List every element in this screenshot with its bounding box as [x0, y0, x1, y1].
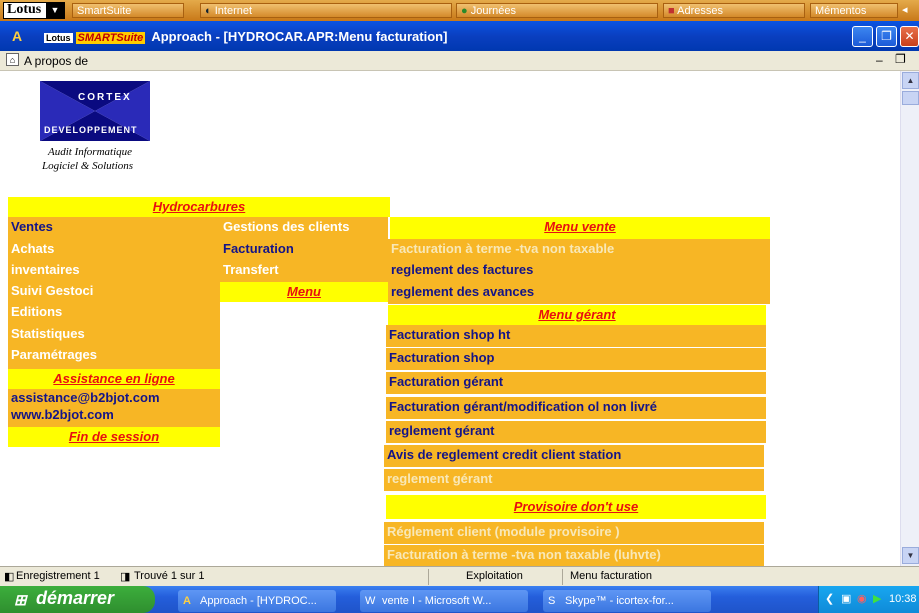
windows-logo-icon: ⊞	[14, 592, 27, 609]
network-icon[interactable]: ▣	[841, 592, 851, 605]
gerant-facturation-gerant[interactable]: Facturation gérant	[386, 372, 766, 394]
scroll-down-icon[interactable]: ▼	[902, 547, 919, 564]
window-title: Approach - [HYDROCAR.APR:Menu facturatio…	[151, 29, 448, 44]
doc-minimize-icon[interactable]: –	[876, 53, 883, 67]
addressbook-icon: ■	[668, 5, 675, 17]
chevron-down-icon: ▼	[46, 3, 64, 18]
provisoire-header: Provisoire don't use	[386, 495, 766, 519]
gerant-reglement[interactable]: reglement gérant	[386, 421, 766, 443]
taskbar-word[interactable]: Wvente I - Microsoft W...	[360, 590, 528, 612]
maximize-button[interactable]: ❐	[876, 26, 897, 47]
submenu-menu-link[interactable]: Menu	[220, 282, 388, 302]
logo-text-top: CORTEX	[78, 92, 132, 103]
logo-text-bottom: DEVELOPPEMENT	[44, 125, 138, 135]
gerant-facturation-modification[interactable]: Facturation gérant/modification ol non l…	[386, 397, 766, 419]
provisoire-reglement-client[interactable]: Réglement client (module provisoire )	[384, 522, 764, 544]
record-nav-icon[interactable]: ◧	[4, 570, 14, 583]
logo-tagline-2: Logiciel & Solutions	[42, 160, 134, 172]
adresses-drawer[interactable]: ■ Adresses	[663, 3, 805, 18]
menu-inventaires[interactable]: inventaires	[8, 260, 220, 282]
assistance-email-link[interactable]: assistance@b2bjot.com	[8, 389, 220, 407]
system-tray: ❮ ▣ ◉ ▶ 10:38	[818, 586, 919, 613]
find-nav-icon[interactable]: ◨	[120, 570, 130, 583]
fin-de-session-link[interactable]: Fin de session	[8, 427, 220, 447]
status-bar: ◧ Enregistrement 1 ◨ Trouvé 1 sur 1 Expl…	[0, 566, 919, 586]
menu-suivi-gestoci[interactable]: Suivi Gestoci	[8, 281, 220, 303]
globe-icon: ◐	[205, 5, 212, 17]
menu-parametrages[interactable]: Paramétrages	[8, 345, 220, 367]
vente-reglement-factures[interactable]: reglement des factures	[388, 260, 770, 282]
doc-restore-icon[interactable]: ❐	[895, 52, 906, 66]
memento-drawer[interactable]: Mémentos	[810, 3, 898, 18]
internet-drawer[interactable]: ◐ Internet	[200, 3, 452, 18]
skype-icon: S	[548, 595, 556, 607]
menu-ventes[interactable]: Ventes	[8, 217, 220, 239]
menu-vente-header: Menu vente	[390, 217, 770, 239]
menu-achats[interactable]: Achats	[8, 239, 220, 261]
gerant-avis-reglement[interactable]: Avis de reglement credit client station	[384, 445, 764, 467]
tray-expand-icon[interactable]: ❮	[825, 592, 834, 605]
logo-tagline-1: Audit Informatique	[48, 146, 133, 158]
lotus-badge: Lotus	[44, 33, 73, 43]
start-label: démarrer	[36, 588, 115, 608]
smartsuite-bar: Lotus ▼ SmartSuite ◐ Internet ● Journées…	[0, 0, 919, 21]
journees-drawer[interactable]: ● Journées	[456, 3, 658, 18]
status-form[interactable]: Menu facturation	[570, 570, 652, 582]
cortex-logo: CORTEX DEVELOPPEMENT Audit Informatique …	[40, 81, 170, 173]
lotus-menu-button[interactable]: Lotus ▼	[3, 2, 65, 19]
document-icon[interactable]: ⌂	[6, 53, 19, 66]
vente-reglement-avances[interactable]: reglement des avances	[388, 282, 770, 304]
menu-bar: ⌂ A propos de – ❐	[0, 51, 919, 71]
submenu-facturation[interactable]: Facturation	[220, 239, 388, 261]
status-found[interactable]: Trouvé 1 sur 1	[134, 570, 205, 582]
status-record[interactable]: Enregistrement 1	[16, 570, 100, 582]
provisoire-facturation-terme[interactable]: Facturation à terme -tva non taxable (lu…	[384, 545, 764, 566]
close-button[interactable]: ✕	[900, 26, 919, 47]
scroll-thumb[interactable]	[902, 91, 919, 105]
menu-editions[interactable]: Editions	[8, 302, 220, 324]
word-icon: W	[365, 595, 376, 607]
taskbar-approach[interactable]: A Approach - [HYDROC...	[178, 590, 336, 612]
approach-app-icon[interactable]: A	[12, 28, 22, 44]
smartsuite-badge: SMARTSuite	[75, 32, 146, 44]
scroll-up-icon[interactable]: ▲	[902, 72, 919, 89]
submenu-transfert[interactable]: Transfert	[220, 260, 388, 282]
security-icon[interactable]: ◉	[857, 592, 867, 605]
window-titlebar: A Lotus SMARTSuite Approach - [HYDROCAR.AP…	[0, 21, 919, 51]
form-content: CORTEX DEVELOPPEMENT Audit Informatique …	[0, 71, 919, 566]
clock[interactable]: 10:38	[889, 593, 917, 605]
status-mode[interactable]: Exploitation	[466, 570, 523, 582]
lotus-logo: Lotus	[7, 2, 42, 17]
hydrocarbures-header: Hydrocarbures	[8, 197, 390, 217]
start-button[interactable]: ⊞ démarrer	[0, 586, 155, 613]
gerant-facturation-shop-ht[interactable]: Facturation shop ht	[386, 325, 766, 347]
approach-icon: A	[183, 595, 191, 607]
taskbar-skype[interactable]: S Skype™ - icortex-for...	[543, 590, 711, 612]
minimize-button[interactable]: _	[852, 26, 873, 47]
calendar-icon: ●	[461, 5, 468, 17]
submenu-gestions-clients[interactable]: Gestions des clients	[220, 217, 388, 239]
assistance-website-link[interactable]: www.b2bjot.com	[8, 406, 220, 424]
gerant-facturation-shop[interactable]: Facturation shop	[386, 348, 766, 370]
menu-item-apropos[interactable]: A propos de	[24, 54, 88, 68]
gerant-reglement-2[interactable]: reglement gérant	[384, 469, 764, 491]
status-divider	[562, 569, 563, 585]
menu-gerant-header: Menu gérant	[388, 305, 766, 325]
status-divider	[428, 569, 429, 585]
scroll-left-icon[interactable]: ◂	[902, 3, 908, 16]
smartsuite-drawer[interactable]: SmartSuite	[72, 3, 184, 18]
vente-facturation-terme[interactable]: Facturation à terme -tva non taxable	[388, 239, 770, 261]
vertical-scrollbar[interactable]: ▲ ▼	[900, 71, 919, 566]
play-icon[interactable]: ▶	[873, 592, 881, 605]
assistance-header: Assistance en ligne	[8, 369, 220, 389]
menu-statistiques[interactable]: Statistiques	[8, 324, 220, 346]
